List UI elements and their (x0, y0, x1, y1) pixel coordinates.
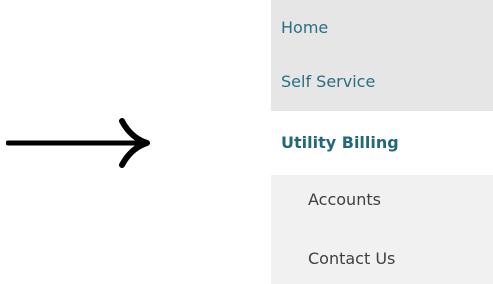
nav-item-self-service[interactable]: Self Service (271, 47, 493, 111)
nav-subitem-accounts[interactable]: Accounts (271, 175, 493, 226)
nav-subitem-contact-us[interactable]: Contact Us (271, 226, 493, 284)
nav-item-utility-billing[interactable]: Utility Billing (271, 111, 493, 175)
screenshot-canvas: Home Self Service Utility Billing Accoun… (0, 0, 493, 284)
right-arrow-icon (6, 118, 150, 168)
nav-item-home[interactable]: Home (271, 0, 493, 47)
sidebar-navigation: Home Self Service Utility Billing Accoun… (271, 0, 493, 284)
